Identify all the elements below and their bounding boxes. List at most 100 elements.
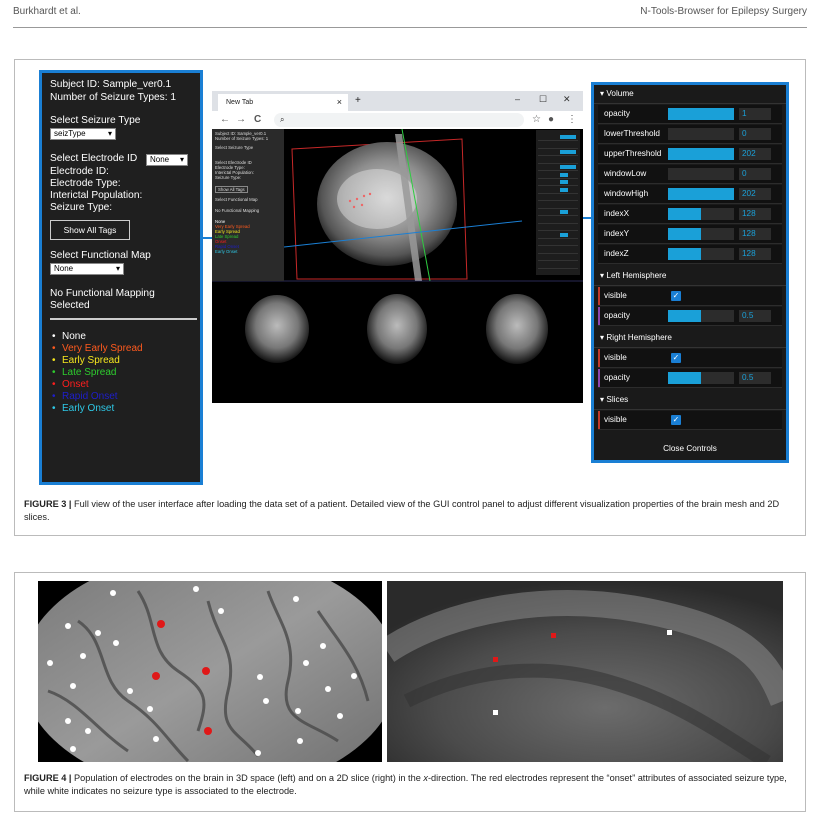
volume-row-indexy: indexY 128	[598, 225, 782, 244]
left-opacity-slider[interactable]	[668, 310, 734, 322]
menu-icon[interactable]: ⋮	[567, 114, 577, 125]
volume-value-field[interactable]: 128	[739, 248, 771, 260]
forward-icon[interactable]: →	[236, 114, 246, 125]
legend-item: Early Onset	[52, 403, 114, 414]
volume-value-field[interactable]: 0	[739, 128, 771, 140]
interictal-population-text: Interictal Population:	[50, 190, 143, 201]
volume-row-upperthreshold: upperThreshold 202	[598, 145, 782, 164]
left-opacity-fill	[668, 310, 701, 322]
left-visible-row: visible ✓	[598, 287, 782, 306]
mini-select-seizure: Select Seizure Type	[215, 145, 254, 150]
volume-row-label: windowHigh	[604, 189, 649, 198]
volume-slider-fill	[668, 248, 701, 260]
mini-select-functional: Select Functional Map	[215, 197, 258, 202]
mini-control-row	[538, 172, 578, 179]
mini-control-fill	[560, 187, 568, 192]
volume-value-field[interactable]: 202	[739, 188, 771, 200]
volume-value-field[interactable]: 128	[739, 228, 771, 240]
back-icon[interactable]: ←	[220, 114, 230, 125]
mini-control-fill	[560, 232, 568, 237]
mini-control-row	[538, 202, 578, 209]
electrode-type-text: Electrode Type:	[50, 178, 121, 189]
slices-folder-header[interactable]: ▾ Slices	[594, 391, 786, 410]
search-icon: ⌕	[280, 115, 285, 124]
mini-control-row	[538, 217, 578, 224]
electrode-id-text: Electrode ID:	[50, 166, 109, 177]
volume-slider[interactable]	[668, 128, 734, 140]
volume-slider-fill	[668, 148, 734, 160]
mini-control-fill	[560, 172, 568, 177]
seizure-types-count: Number of Seizure Types: 1	[50, 92, 177, 103]
close-controls-button[interactable]: Close Controls	[594, 441, 786, 457]
volume-slider[interactable]	[668, 108, 734, 120]
left-visible-label: visible	[604, 291, 627, 300]
browser-tab[interactable]: New Tab ×	[218, 94, 348, 111]
window-close-icon[interactable]: ✕	[563, 94, 571, 105]
volume-slider[interactable]	[668, 188, 734, 200]
account-icon[interactable]: ●	[548, 114, 554, 125]
figure-3-caption: FIGURE 3 | Full view of the user interfa…	[24, 498, 795, 524]
right-opacity-slider[interactable]	[668, 372, 734, 384]
address-bar[interactable]: ⌕	[274, 113, 524, 127]
tab-close-icon[interactable]: ×	[337, 94, 342, 111]
left-opacity-value[interactable]: 0.5	[739, 310, 771, 322]
right-opacity-label: opacity	[604, 373, 630, 382]
mini-control-row	[538, 142, 578, 149]
mini-control-row	[538, 157, 578, 164]
right-hemisphere-label: Right Hemisphere	[606, 333, 672, 342]
volume-folder-header[interactable]: ▾ Volume	[594, 85, 786, 104]
volume-slider[interactable]	[668, 228, 734, 240]
right-opacity-value[interactable]: 0.5	[739, 372, 771, 384]
mini-control-fill	[560, 180, 568, 184]
volume-value-field[interactable]: 1	[739, 108, 771, 120]
mini-control-fill	[560, 135, 576, 139]
sagittal-thumbnail	[245, 295, 309, 363]
show-all-tags-button[interactable]: Show All Tags	[50, 220, 130, 240]
volume-row-label: indexY	[604, 229, 630, 238]
volume-value-field[interactable]: 0	[739, 168, 771, 180]
volume-value-field[interactable]: 202	[739, 148, 771, 160]
electrode-id-select[interactable]: None	[146, 154, 188, 166]
reload-icon[interactable]: C	[254, 114, 261, 125]
running-header-title: N-Tools-Browser for Epilepsy Surgery	[640, 6, 807, 17]
volume-row-indexz: indexZ 128	[598, 245, 782, 264]
legend-item: None	[52, 331, 86, 342]
volume-row-label: opacity	[604, 109, 630, 118]
bookmark-star-icon[interactable]: ☆	[532, 114, 541, 125]
mini-control-row	[538, 187, 578, 194]
mini-show-all-tags[interactable]: Show All Tags	[215, 186, 248, 193]
volume-value-field[interactable]: 128	[739, 208, 771, 220]
right-visible-checkbox[interactable]: ✓	[671, 353, 681, 363]
left-hemisphere-folder-header[interactable]: ▾ Left Hemisphere	[594, 267, 786, 286]
minimize-icon[interactable]: –	[515, 94, 520, 104]
mini-control-row	[538, 254, 578, 261]
volume-slider-fill	[668, 108, 734, 120]
figure-3-caption-text: Full view of the user interface after lo…	[24, 499, 780, 522]
volume-slider[interactable]	[668, 168, 734, 180]
slices-visible-checkbox[interactable]: ✓	[671, 415, 681, 425]
volume-slider[interactable]	[668, 208, 734, 220]
left-hemisphere-label: Left Hemisphere	[606, 271, 667, 280]
right-hemisphere-folder-header[interactable]: ▾ Right Hemisphere	[594, 329, 786, 348]
figure-4-caption: FIGURE 4 | Population of electrodes on t…	[24, 772, 795, 798]
mini-control-row	[538, 224, 578, 231]
volume-row-label: upperThreshold	[604, 149, 662, 158]
tab-bar: New Tab × + – ☐ ✕	[212, 91, 583, 111]
right-visible-row: visible ✓	[598, 349, 782, 368]
electrode-info-panel: Subject ID: Sample_ver0.1 Number of Seiz…	[39, 70, 203, 485]
seizure-type-select[interactable]: seizType	[50, 128, 116, 140]
left-visible-checkbox[interactable]: ✓	[671, 291, 681, 301]
mini-seizure-types: Number of Seizure Types: 1	[215, 136, 269, 141]
volume-slider-fill	[668, 208, 701, 220]
functional-map-select[interactable]: None	[50, 263, 124, 275]
volume-slider[interactable]	[668, 148, 734, 160]
new-tab-icon[interactable]: +	[355, 95, 361, 106]
select-electrode-label: Select Electrode ID	[50, 153, 138, 164]
volume-row-windowhigh: windowHigh 202	[598, 185, 782, 204]
axial-thumbnail	[486, 294, 548, 364]
legend-item: Late Spread	[52, 367, 116, 378]
mini-legend: None Very Early Spread Early Spread Late Sp…	[215, 219, 281, 254]
volume-slider[interactable]	[668, 248, 734, 260]
subject-id-text: Subject ID: Sample_ver0.1	[50, 79, 172, 90]
maximize-icon[interactable]: ☐	[539, 94, 547, 105]
